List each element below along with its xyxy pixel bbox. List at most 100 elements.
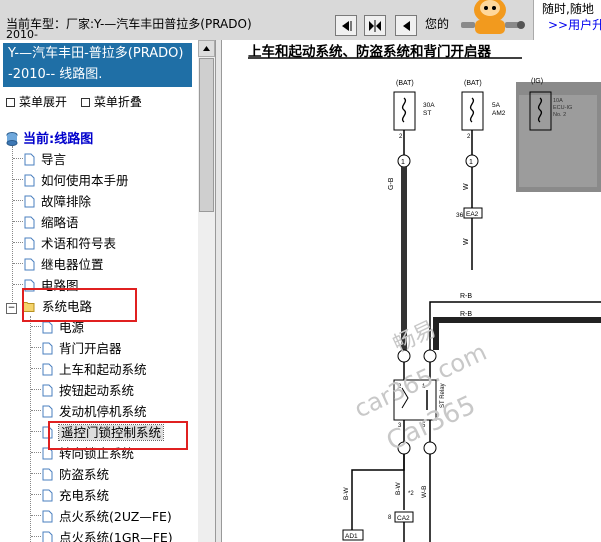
tree-subitem-ignition-2uz[interactable]: 点火系统(2UZ—FE) (42, 506, 172, 527)
expand-square-icon (6, 97, 15, 107)
tree-item-label: 点火系统(1GR—FE) (59, 530, 173, 542)
document-icon (42, 468, 53, 481)
document-icon (42, 510, 53, 523)
tree-item-label: 按钮起动系统 (59, 383, 135, 398)
ig-label: (IG) (531, 78, 543, 85)
ad-text: 随时,随地 (542, 2, 594, 16)
wire-w2-label: W (463, 238, 470, 245)
tree-connector (31, 389, 41, 390)
fuse1-name: ST (423, 110, 431, 117)
pin-1b: 1 (469, 159, 473, 166)
pane-divider[interactable] (215, 40, 222, 542)
wire-rb-1 (429, 301, 601, 350)
fuse1-amp: 30A (423, 102, 435, 109)
tree-connector (13, 242, 23, 243)
wire-bw1-label: B-W (343, 487, 350, 501)
tree-item-label: 电源 (59, 320, 85, 335)
tree-connector (31, 494, 41, 495)
scroll-up-button[interactable] (198, 40, 215, 57)
highlight-box-system-circuits (22, 288, 137, 322)
collapse-menu-link[interactable]: 菜单折叠 (94, 95, 142, 109)
tree-item-relay[interactable]: 继电器位置 (24, 254, 104, 275)
tree-connector (31, 431, 41, 432)
document-icon (42, 321, 53, 334)
connector-ea2-label: EA2 (466, 211, 479, 218)
tree-connector (31, 326, 41, 327)
scroll-thumb[interactable] (199, 58, 214, 212)
tree-item-terms[interactable]: 术语和符号表 (24, 233, 116, 254)
circuit-drawing: (BAT) 30A ST (BAT) 5A AM2 (IG) 10A ECU-I… (248, 57, 601, 542)
fuse3-name: ECU-IG (553, 105, 572, 111)
wiring-diagram: 上车和起动系统、防盗系统和背门开启器 (BAT) 30A ST (BAT) 5A… (222, 40, 601, 542)
document-icon (24, 258, 35, 271)
tree-subitem-charging[interactable]: 充电系统 (42, 485, 109, 506)
tree-connector (31, 347, 41, 348)
tree-subitem-ignition-1gr[interactable]: 点火系统(1GR—FE) (42, 527, 173, 542)
wire-w1-label: W (463, 183, 470, 190)
expand-horizontal-icon (369, 19, 381, 32)
document-icon (42, 489, 53, 502)
tree-connector (13, 200, 23, 201)
bat-label-2: (BAT) (464, 80, 482, 87)
fuse2-name: AM2 (492, 110, 506, 117)
tree-connector (31, 536, 41, 537)
model-title-line1: Y-—汽车丰田-普拉多(PRADO) (8, 46, 184, 61)
fit-button[interactable] (364, 15, 386, 36)
pin-2a: 2 (399, 134, 403, 140)
document-icon (24, 153, 35, 166)
tree-item-label: 充电系统 (59, 488, 110, 503)
tree-connector (31, 410, 41, 411)
model-title-line2: -2010-- 线路图. (8, 67, 103, 82)
ad-box: 随时,随地 >>用户升 (533, 0, 601, 40)
left-panel: Y-—汽车丰田-普拉多(PRADO) -2010-- 线路图. 菜单展开 菜单折… (0, 40, 198, 542)
document-icon (42, 405, 53, 418)
tree-item-label: 缩略语 (41, 215, 79, 230)
upgrade-link[interactable]: >>用户升 (548, 16, 601, 33)
tree-item-label: 故障排除 (41, 194, 92, 209)
connector-ad1-label: AD1 (345, 533, 358, 540)
wire-wb-label: W-B (421, 485, 428, 498)
document-icon (24, 216, 35, 229)
tree-root-label: 当前:线路图 (23, 132, 94, 147)
expand-menu-link[interactable]: 菜单展开 (19, 95, 67, 109)
tree-item-label: 术语和符号表 (41, 236, 117, 251)
tree-subitem-backdoor[interactable]: 背门开启器 (42, 338, 122, 359)
pin-36: 36 (456, 212, 464, 219)
current-car-label-cont: 2010- (6, 29, 38, 39)
tree-connector (31, 452, 41, 453)
document-icon (42, 363, 53, 376)
wire-bw2-label: B-W (395, 482, 402, 496)
fuse3-amp: 10A (553, 98, 563, 104)
tree-root[interactable]: 当前:线路图 (6, 128, 93, 148)
fuse3-no: No. 2 (553, 112, 566, 118)
tree-connector (31, 368, 41, 369)
tree-subitem-entry-start[interactable]: 上车和起动系统 (42, 359, 147, 380)
tree-subitem-immobilizer[interactable]: 发动机停机系统 (42, 401, 147, 422)
next-button[interactable] (395, 15, 417, 36)
pin-1a: 1 (401, 159, 405, 166)
document-icon (42, 342, 53, 355)
arrow-left-solid-icon (403, 20, 410, 31)
model-title: Y-—汽车丰田-普拉多(PRADO) -2010-- 线路图. (3, 43, 192, 87)
tree-item-howto[interactable]: 如何使用本手册 (24, 170, 129, 191)
tree-subitem-push-start[interactable]: 按钮起动系统 (42, 380, 134, 401)
collapse-square-icon (80, 97, 90, 107)
tree-item-intro[interactable]: 导言 (24, 149, 66, 170)
mascot-logo-icon (461, 0, 525, 34)
database-icon (6, 132, 18, 146)
tree-line (30, 316, 31, 542)
prev-button[interactable] (335, 15, 357, 36)
tree-connector (31, 515, 41, 516)
left-scrollbar[interactable] (198, 40, 215, 542)
tree-item-troubleshoot[interactable]: 故障排除 (24, 191, 91, 212)
collapse-toggle-icon[interactable]: − (6, 303, 17, 314)
junction-6 (423, 441, 437, 455)
tree-connector (13, 263, 23, 264)
tree-connector (13, 179, 23, 180)
tree-item-abbrev[interactable]: 缩略语 (24, 212, 79, 233)
wire-gb-label: G-B (388, 177, 395, 190)
pin-2b: 2 (467, 134, 471, 140)
tree-subitem-theft[interactable]: 防盗系统 (42, 464, 109, 485)
wire-rb2-label: R-B (460, 311, 472, 318)
bat-label-1: (BAT) (396, 80, 414, 87)
